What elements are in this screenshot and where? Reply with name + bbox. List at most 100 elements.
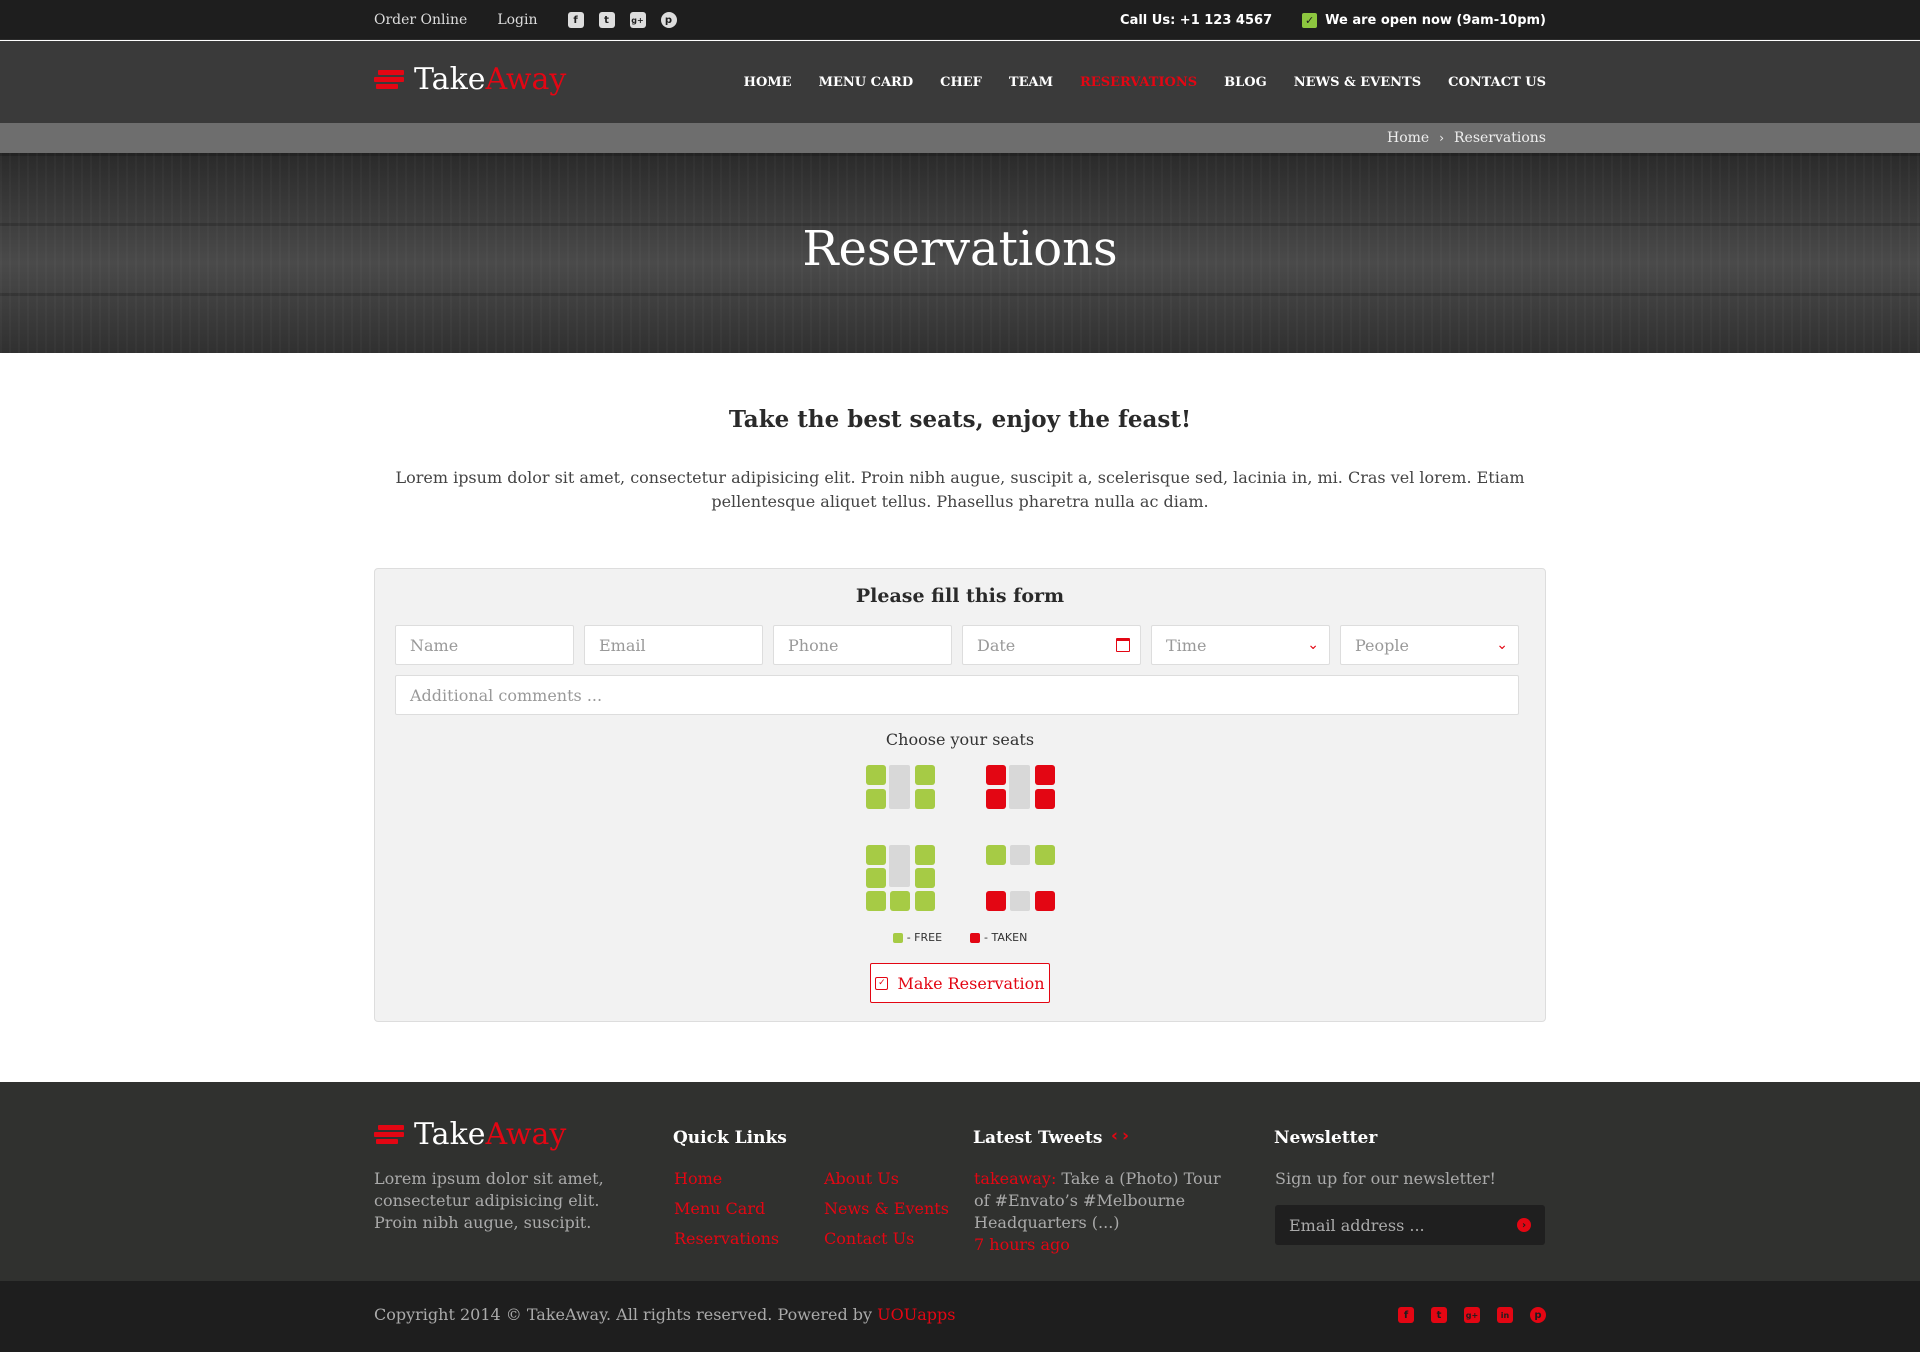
logo-text: TakeAway <box>414 62 567 97</box>
seat-free[interactable] <box>866 789 886 809</box>
seat-legend: - FREE - TAKEN <box>375 931 1545 944</box>
nav-reservations[interactable]: RESERVATIONS <box>1080 75 1197 90</box>
seat-free[interactable] <box>890 891 910 911</box>
seat-taken <box>1035 789 1055 809</box>
intro-text: Lorem ipsum dolor sit amet, consectetur … <box>395 468 1525 511</box>
breadcrumb-home[interactable]: Home <box>1387 130 1429 146</box>
site-logo[interactable]: TakeAway <box>374 65 566 95</box>
legend-taken: - TAKEN <box>970 931 1027 944</box>
quick-links-title: Quick Links <box>673 1128 787 1148</box>
pinterest-icon[interactable]: p <box>1530 1307 1546 1323</box>
seat-free[interactable] <box>915 868 935 888</box>
logo-mark-icon <box>374 68 404 92</box>
pinterest-icon[interactable]: p <box>660 12 677 28</box>
seat-taken <box>1035 765 1055 785</box>
email-field[interactable]: Email <box>584 625 763 665</box>
top-bar: Order Online Login f t g+ p Call Us: +1 … <box>0 0 1920 40</box>
seat-free[interactable] <box>1035 845 1055 865</box>
bottom-bar: Copyright 2014 © TakeAway. All rights re… <box>0 1281 1920 1352</box>
date-field[interactable]: Date <box>962 625 1141 665</box>
twitter-icon[interactable]: t <box>1431 1307 1447 1323</box>
seat-free[interactable] <box>915 789 935 809</box>
seat-free[interactable] <box>866 845 886 865</box>
login-link[interactable]: Login <box>497 12 537 28</box>
chevron-left-icon[interactable]: ‹ <box>1111 1126 1118 1146</box>
footer-link-news-events[interactable]: News & Events <box>824 1198 974 1220</box>
copyright: Copyright 2014 © TakeAway. All rights re… <box>374 1305 956 1324</box>
table-4-top <box>1010 845 1030 865</box>
open-hours-text: We are open now (9am-10pm) <box>1325 12 1546 28</box>
check-square-icon: ✓ <box>875 976 889 990</box>
tweet: takeaway: Take a (Photo) Tour of #Envato… <box>974 1168 1234 1256</box>
nav-home[interactable]: HOME <box>744 75 792 90</box>
seat-free[interactable] <box>866 891 886 911</box>
page-hero: Reservations <box>0 153 1920 353</box>
phone-field[interactable]: Phone <box>773 625 952 665</box>
main-menu: HOME MENU CARD CHEF TEAM RESERVATIONS BL… <box>744 41 1546 123</box>
seat-free[interactable] <box>915 845 935 865</box>
seat-taken <box>986 789 1006 809</box>
table-4-bottom <box>1010 891 1030 911</box>
nav-team[interactable]: TEAM <box>1009 75 1053 90</box>
nav-blog[interactable]: BLOG <box>1224 75 1267 90</box>
seat-free[interactable] <box>915 765 935 785</box>
open-status: ✓ We are open now (9am-10pm) <box>1302 12 1546 28</box>
breadcrumb-bar: Home › Reservations <box>0 123 1920 153</box>
chevron-right-icon[interactable]: › <box>1122 1126 1129 1146</box>
people-select[interactable]: People ⌄ <box>1340 625 1519 665</box>
footer-link-contact-us[interactable]: Contact Us <box>824 1228 974 1250</box>
table-1 <box>889 765 910 809</box>
seats-label: Choose your seats <box>885 730 1035 749</box>
seat-free[interactable] <box>915 891 935 911</box>
submit-arrow-icon[interactable]: › <box>1517 1218 1531 1232</box>
footer-link-about-us[interactable]: About Us <box>824 1168 974 1190</box>
comments-field[interactable]: Additional comments ... <box>395 675 1519 715</box>
footer: TakeAway Lorem ipsum dolor sit amet, con… <box>0 1082 1920 1281</box>
footer-link-reservations[interactable]: Reservations <box>674 1228 824 1250</box>
check-icon: ✓ <box>1302 12 1318 28</box>
breadcrumb: Home › Reservations <box>1387 123 1546 153</box>
footer-about: Lorem ipsum dolor sit amet, consectetur … <box>374 1169 604 1232</box>
time-select[interactable]: Time ⌄ <box>1151 625 1330 665</box>
legend-free: - FREE <box>892 931 942 944</box>
newsletter-email-input[interactable]: Email address ... › <box>1275 1205 1545 1245</box>
seat-taken <box>986 891 1006 911</box>
tweet-handle[interactable]: takeaway: <box>974 1169 1056 1188</box>
footer-link-menu-card[interactable]: Menu Card <box>674 1198 824 1220</box>
linkedin-icon[interactable]: in <box>1497 1307 1513 1323</box>
seat-free[interactable] <box>866 868 886 888</box>
seat-free[interactable] <box>866 765 886 785</box>
tweet-time[interactable]: 7 hours ago <box>974 1235 1070 1254</box>
nav-news-events[interactable]: NEWS & EVENTS <box>1294 75 1421 90</box>
nav-menu-card[interactable]: MENU CARD <box>819 75 914 90</box>
google-plus-icon[interactable]: g+ <box>1464 1307 1480 1323</box>
order-online-link[interactable]: Order Online <box>374 12 467 28</box>
calendar-icon[interactable] <box>1116 638 1130 652</box>
tweet-nav: ‹ › <box>1111 1126 1129 1146</box>
footer-logo[interactable]: TakeAway <box>374 1120 566 1150</box>
facebook-icon[interactable]: f <box>1398 1307 1414 1323</box>
reservation-form: Please fill this form Name Email Phone D… <box>374 568 1546 1022</box>
chevron-right-icon: › <box>1439 131 1445 145</box>
twitter-icon[interactable]: t <box>598 12 615 28</box>
chevron-down-icon: ⌄ <box>1307 637 1319 653</box>
table-2 <box>1009 765 1030 809</box>
newsletter-text: Sign up for our newsletter! <box>1275 1169 1496 1188</box>
facebook-icon[interactable]: f <box>567 12 584 28</box>
main-navbar: TakeAway HOME MENU CARD CHEF TEAM RESERV… <box>0 41 1920 123</box>
logo-text: TakeAway <box>414 1117 567 1152</box>
footer-link-home[interactable]: Home <box>674 1168 824 1190</box>
phone-number: Call Us: +1 123 4567 <box>1120 12 1273 28</box>
seat-taken <box>986 765 1006 785</box>
latest-tweets-title: Latest Tweets <box>973 1128 1103 1148</box>
form-title: Please fill this form <box>855 585 1065 607</box>
google-plus-icon[interactable]: g+ <box>629 12 646 28</box>
powered-by-link[interactable]: UOUapps <box>877 1305 955 1324</box>
name-field[interactable]: Name <box>395 625 574 665</box>
seat-free[interactable] <box>986 845 1006 865</box>
nav-contact-us[interactable]: CONTACT US <box>1448 75 1546 90</box>
make-reservation-button[interactable]: ✓ Make Reservation <box>870 963 1050 1003</box>
nav-chef[interactable]: CHEF <box>940 75 982 90</box>
table-3 <box>889 845 910 887</box>
intro-title: Take the best seats, enjoy the feast! <box>728 406 1192 433</box>
